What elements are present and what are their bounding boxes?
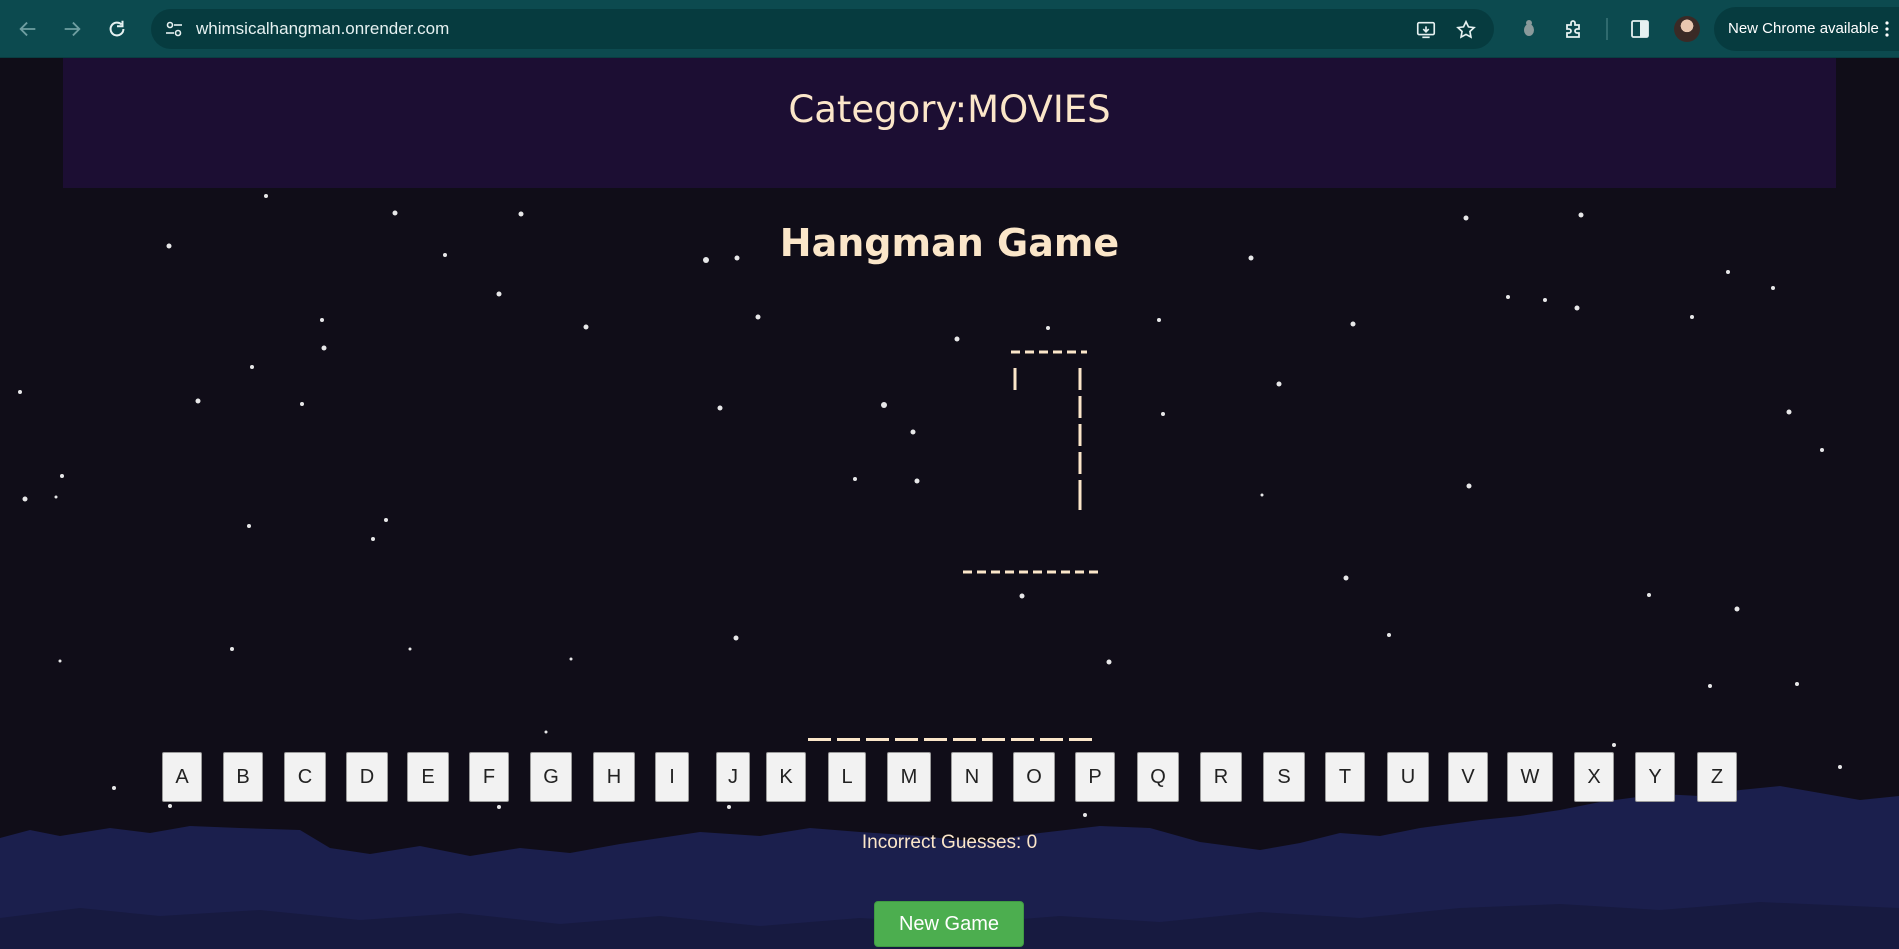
update-chrome-label: New Chrome available xyxy=(1728,20,1879,37)
letter-key-r[interactable]: R xyxy=(1200,752,1242,802)
back-button[interactable] xyxy=(12,13,44,45)
letter-key-a[interactable]: A xyxy=(162,752,202,802)
new-game-button[interactable]: New Game xyxy=(874,901,1024,947)
back-icon xyxy=(19,21,36,37)
letter-key-b[interactable]: B xyxy=(223,752,263,802)
avatar[interactable] xyxy=(1674,16,1700,42)
letter-key-v[interactable]: V xyxy=(1448,752,1488,802)
letter-key-f[interactable]: F xyxy=(469,752,509,802)
letter-key-w[interactable]: W xyxy=(1507,752,1553,802)
puzzle-extensions-icon[interactable] xyxy=(1562,17,1586,41)
letter-key-p[interactable]: P xyxy=(1075,752,1115,802)
url-text: whimsicalhangman.onrender.com xyxy=(196,19,450,38)
letter-key-z[interactable]: Z xyxy=(1697,752,1737,802)
letter-key-l[interactable]: L xyxy=(828,752,866,802)
extension-icon[interactable] xyxy=(1517,17,1541,41)
letter-key-d[interactable]: D xyxy=(346,752,388,802)
letter-key-j[interactable]: J xyxy=(716,752,750,802)
reload-button[interactable] xyxy=(101,13,133,45)
bookmark-star-icon[interactable] xyxy=(1455,19,1477,41)
letter-keyboard: ABCDEFGHIJKLMNOPQRSTUVWXYZ xyxy=(0,58,1899,949)
letter-key-c[interactable]: C xyxy=(284,752,326,802)
letter-key-e[interactable]: E xyxy=(407,752,449,802)
letter-key-i[interactable]: I xyxy=(655,752,689,802)
more-menu-icon[interactable] xyxy=(1884,21,1890,37)
letter-key-x[interactable]: X xyxy=(1574,752,1614,802)
update-chrome-button[interactable]: New Chrome available xyxy=(1714,7,1899,51)
letter-key-m[interactable]: M xyxy=(887,752,931,802)
forward-button[interactable] xyxy=(56,13,88,45)
letter-key-o[interactable]: O xyxy=(1013,752,1055,802)
letter-key-n[interactable]: N xyxy=(951,752,993,802)
address-bar[interactable]: whimsicalhangman.onrender.com xyxy=(151,9,1494,49)
letter-key-q[interactable]: Q xyxy=(1137,752,1179,802)
letter-key-y[interactable]: Y xyxy=(1635,752,1675,802)
letter-key-s[interactable]: S xyxy=(1263,752,1305,802)
game-page: Category:MOVIES Hangman Game ABCDEFGHIJK… xyxy=(0,58,1899,949)
letter-key-t[interactable]: T xyxy=(1325,752,1365,802)
letter-key-g[interactable]: G xyxy=(530,752,572,802)
install-app-icon[interactable] xyxy=(1415,19,1437,41)
site-settings-icon[interactable] xyxy=(164,19,184,39)
incorrect-guesses: Incorrect Guesses: 0 xyxy=(861,832,1038,853)
letter-key-h[interactable]: H xyxy=(593,752,635,802)
browser-toolbar: whimsicalhangman.onrender.com New Chrome… xyxy=(0,0,1899,58)
side-panel-icon[interactable] xyxy=(1628,17,1652,41)
toolbar-divider xyxy=(1606,18,1608,40)
forward-icon xyxy=(64,21,81,37)
letter-key-k[interactable]: K xyxy=(766,752,806,802)
reload-icon xyxy=(109,20,125,37)
letter-key-u[interactable]: U xyxy=(1387,752,1429,802)
